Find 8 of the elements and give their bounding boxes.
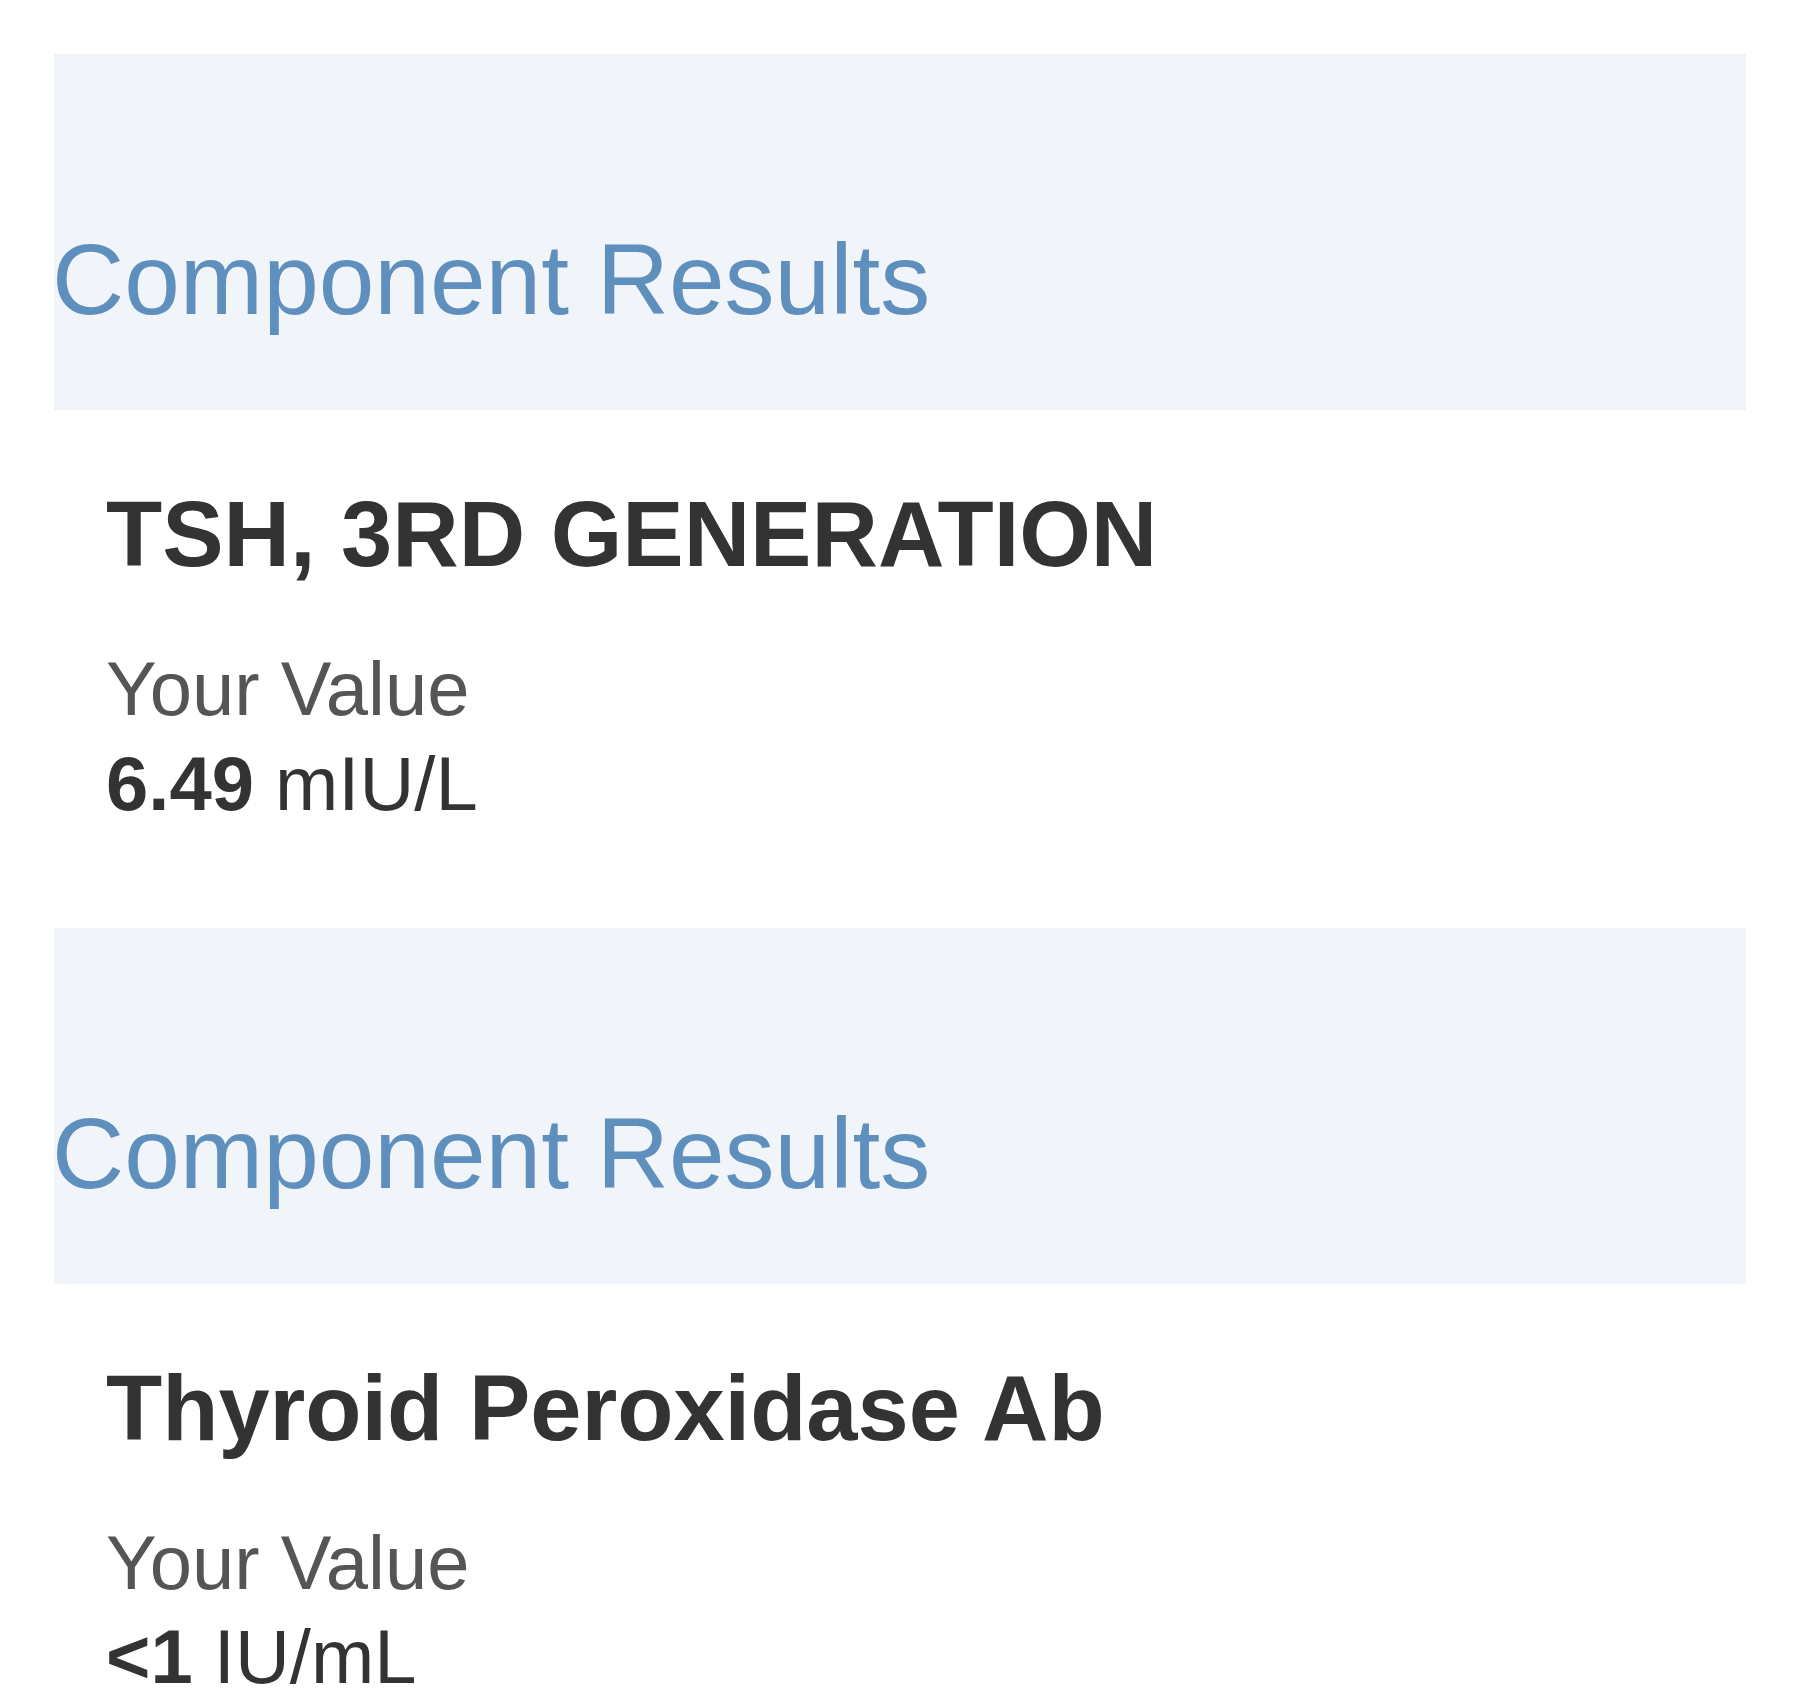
value-label: Your Value <box>106 645 471 734</box>
value-label: Your Value <box>106 1519 471 1608</box>
result-value: <1 IU/mL <box>106 1613 418 1702</box>
result-value: 6.49 mIU/L <box>106 739 479 828</box>
section-heading: Component Results <box>52 222 931 337</box>
section-heading: Component Results <box>52 1095 931 1211</box>
test-name: Thyroid Peroxidase Ab <box>106 1355 1106 1461</box>
test-name: TSH, 3RD GENERATION <box>106 482 1159 587</box>
